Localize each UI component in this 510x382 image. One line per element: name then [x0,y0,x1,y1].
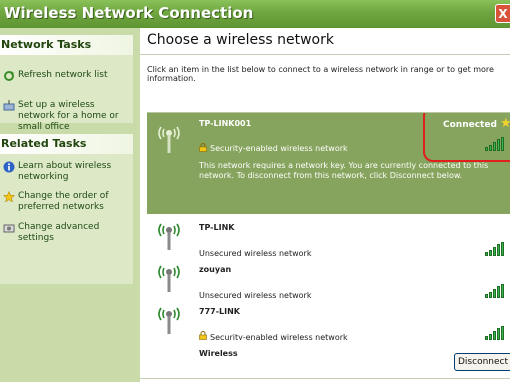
signal-strength-icon [485,242,505,256]
sidebar: Network Tasks Refresh network list Set u… [0,28,140,382]
network-tasks-header: Network Tasks [0,35,133,55]
main-pane: Choose a wireless network Click an item … [140,28,510,382]
setup-wireless-network-label: Set up a wireless network for a home or … [18,100,119,132]
intro-text: Click an item in the list below to conne… [147,65,494,83]
signal-strength-icon [485,326,505,340]
refresh-network-list-label: Refresh network list [18,70,108,80]
wireless-antenna-icon [158,223,180,250]
info-icon [3,161,15,173]
refresh-icon [4,71,14,81]
network-detail-text: This network requires a network key. You… [199,161,489,180]
related-tasks-panel: Related Tasks Learn about wireless netwo… [0,134,133,284]
network-name: zouyan [199,265,232,274]
wireless-antenna-icon [158,126,180,153]
divider [140,378,510,379]
disconnect-button[interactable]: Disconnect [454,353,510,371]
signal-strength-icon [485,284,505,298]
learn-wireless-label: Learn about wireless networking [18,161,112,182]
network-name: TP-LINK001 [199,119,252,128]
title-bar: Wireless Network Connection X [0,0,510,28]
divider [140,54,510,55]
network-item[interactable]: zouyan Unsecured wireless network [147,256,510,300]
page-title: Choose a wireless network [147,32,334,48]
wireless-antenna-icon [158,265,180,292]
network-item[interactable]: 777-LINK Security-enabled wireless netwo… [147,298,510,342]
window-title: Wireless Network Connection [4,4,254,22]
lock-icon [199,331,207,340]
settings-icon [3,224,15,233]
network-tasks-panel: Network Tasks Refresh network list Set u… [0,35,133,132]
change-advanced-settings-label: Change advanced settings [18,222,100,243]
wireless-antenna-icon [158,307,180,334]
network-name: 777-LINK [199,307,240,316]
network-status: Security-enabled wireless network [210,144,348,153]
setup-wireless-icon [3,100,15,111]
close-button[interactable]: X [495,4,510,23]
network-name: TP-LINK [199,223,235,232]
related-tasks-header: Related Tasks [0,134,133,154]
connected-highlight-ring [423,113,510,162]
network-name: Wireless [199,349,238,358]
network-list[interactable]: TP-LINK001 Security-enabled wireless net… [147,112,510,373]
lock-icon [199,143,207,152]
change-order-label: Change the order of preferred networks [18,191,109,212]
network-item[interactable]: TP-LINK Unsecured wireless network [147,214,510,258]
star-icon [3,191,15,203]
